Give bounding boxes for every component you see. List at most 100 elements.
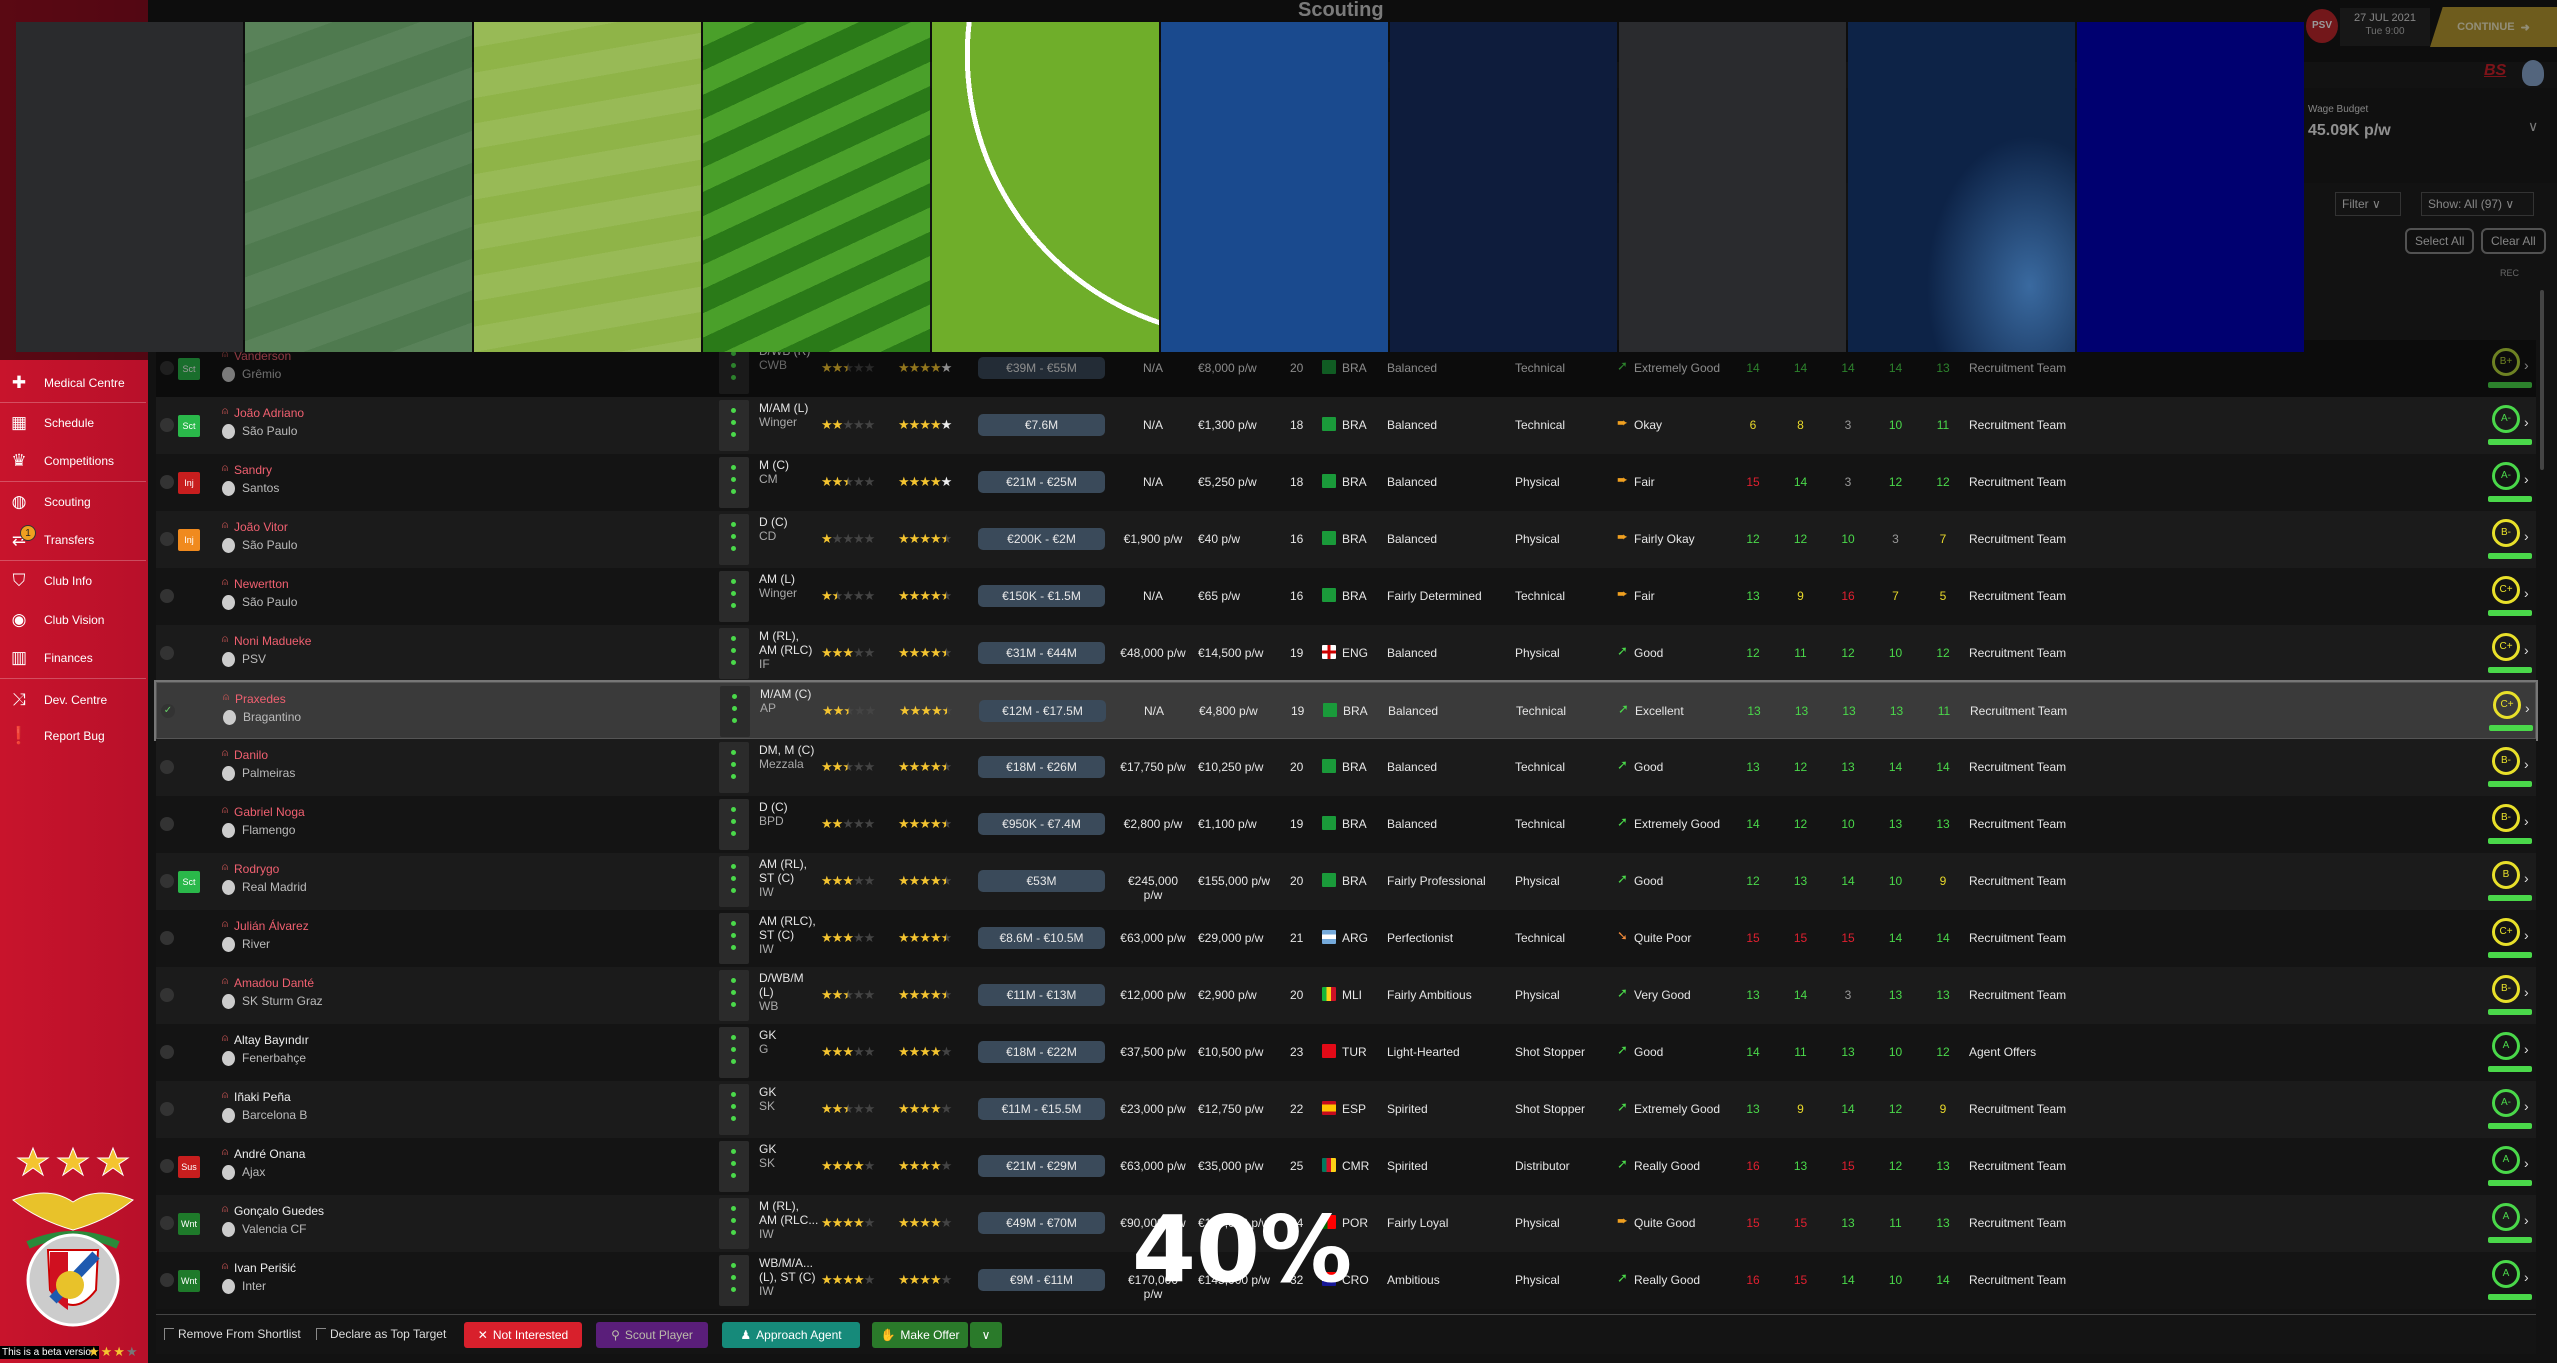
background-swatch[interactable] [2077, 22, 2304, 352]
sidebar-item-competitions[interactable]: ♛ Competitions [0, 443, 148, 479]
club-name[interactable]: Valencia CF [242, 1222, 306, 1236]
table-row[interactable]: Sus ⍝ André Onana Ajax GK SK ★★★★★ ★★★★★ €21M - … [156, 1138, 2536, 1195]
player-name[interactable]: Iñaki Peña [234, 1090, 291, 1104]
row-checkbox[interactable] [160, 760, 174, 774]
club-name[interactable]: Inter [242, 1279, 266, 1293]
chevron-right-icon[interactable]: › [2524, 1155, 2529, 1171]
chevron-right-icon[interactable]: › [2524, 642, 2529, 658]
recommendation-grade[interactable]: A- [2492, 405, 2520, 433]
recommendation-grade[interactable]: A [2492, 1032, 2520, 1060]
chevron-right-icon[interactable]: › [2524, 528, 2529, 544]
player-name[interactable]: Danilo [234, 748, 268, 762]
sidebar-item-finances[interactable]: ▥ Finances [0, 640, 148, 676]
declare-top-target-checkbox[interactable]: Declare as Top Target [316, 1327, 446, 1341]
player-name[interactable]: João Vitor [234, 520, 288, 534]
table-row[interactable]: ⍝ Julián Álvarez River AM (RLC), ST (C) IW ★★… [156, 910, 2536, 967]
player-name[interactable]: Julián Álvarez [234, 919, 309, 933]
row-checkbox[interactable] [160, 475, 174, 489]
row-checkbox[interactable] [160, 646, 174, 660]
sidebar-item-dev-centre[interactable]: ⤨ Dev. Centre [0, 682, 148, 718]
recommendation-grade[interactable]: A [2492, 1260, 2520, 1288]
lightbulb-icon[interactable] [2522, 60, 2544, 86]
recommendation-grade[interactable]: B- [2492, 804, 2520, 832]
row-checkbox[interactable] [160, 1045, 174, 1059]
background-swatch[interactable] [1619, 22, 1846, 352]
club-name[interactable]: River [242, 937, 270, 951]
recommendation-grade[interactable]: B+ [2492, 348, 2520, 376]
recommendation-grade[interactable]: A [2492, 1203, 2520, 1231]
continue-button[interactable]: CONTINUE ➜ [2430, 7, 2557, 47]
sidebar-item-club-info[interactable]: ⛉ Club Info [0, 563, 148, 599]
scrollbar[interactable] [2540, 290, 2544, 470]
club-name[interactable]: Real Madrid [242, 880, 307, 894]
recommendation-grade[interactable]: B- [2492, 519, 2520, 547]
table-row[interactable]: ⍝ Gabriel Noga Flamengo D (C) BPD ★★★★★ ★★★★★ €… [156, 796, 2536, 853]
recommendation-grade[interactable]: B- [2492, 975, 2520, 1003]
table-row[interactable]: Sct ⍝ Rodrygo Real Madrid AM (RL), ST (C) IW ★… [156, 853, 2536, 910]
player-name[interactable]: Noni Madueke [234, 634, 311, 648]
background-swatch[interactable] [703, 22, 930, 352]
chevron-right-icon[interactable]: › [2524, 471, 2529, 487]
club-name[interactable]: Barcelona B [242, 1108, 307, 1122]
row-checkbox[interactable] [160, 1273, 174, 1287]
background-swatch[interactable] [1848, 22, 2075, 352]
sidebar-item-scouting[interactable]: ◍ Scouting [0, 484, 148, 520]
rec-column-header[interactable]: REC [2500, 268, 2519, 278]
player-name[interactable]: Amadou Danté [234, 976, 314, 990]
club-name[interactable]: PSV [242, 652, 266, 666]
player-name[interactable]: Rodrygo [234, 862, 279, 876]
recommendation-grade[interactable]: C+ [2492, 576, 2520, 604]
bs-logo-icon[interactable]: BS [2484, 62, 2506, 80]
chevron-right-icon[interactable]: › [2524, 984, 2529, 1000]
chevron-right-icon[interactable]: › [2524, 585, 2529, 601]
row-checkbox[interactable] [160, 418, 174, 432]
recommendation-grade[interactable]: A [2492, 1146, 2520, 1174]
not-interested-button[interactable]: ✕ Not Interested [464, 1322, 582, 1348]
filter-dropdown[interactable]: Filter ∨ [2335, 192, 2401, 216]
chevron-right-icon[interactable]: › [2524, 1269, 2529, 1285]
table-row[interactable]: ⍝ Noni Madueke PSV M (RL), AM (RLC) IF ★★★★★ ★… [156, 625, 2536, 682]
background-swatch[interactable] [932, 22, 1159, 352]
player-name[interactable]: Gonçalo Guedes [234, 1204, 324, 1218]
chevron-right-icon[interactable]: › [2525, 700, 2530, 716]
club-name[interactable]: São Paulo [242, 595, 297, 609]
club-name[interactable]: Grêmio [242, 367, 281, 381]
club-name[interactable]: Flamengo [242, 823, 295, 837]
club-name[interactable]: Bragantino [243, 710, 301, 724]
sidebar-item-club-vision[interactable]: ◉ Club Vision [0, 602, 148, 638]
chevron-right-icon[interactable]: › [2524, 1098, 2529, 1114]
scout-player-button[interactable]: ⚲ Scout Player [596, 1322, 708, 1348]
recommendation-grade[interactable]: B [2492, 861, 2520, 889]
row-checkbox[interactable] [160, 931, 174, 945]
recommendation-grade[interactable]: B- [2492, 747, 2520, 775]
chevron-right-icon[interactable]: › [2524, 357, 2529, 373]
club-name[interactable]: Santos [242, 481, 279, 495]
background-swatch[interactable] [1390, 22, 1617, 352]
row-checkbox[interactable] [160, 874, 174, 888]
row-checkbox[interactable]: ✓ [161, 704, 175, 718]
row-checkbox[interactable] [160, 361, 174, 375]
club-badge[interactable]: PSV [2306, 9, 2338, 43]
make-offer-dropdown-button[interactable]: ∨ [970, 1322, 1002, 1348]
recommendation-grade[interactable]: A- [2492, 462, 2520, 490]
row-checkbox[interactable] [160, 817, 174, 831]
table-row[interactable]: ⍝ Iñaki Peña Barcelona B GK SK ★★★★★ ★★★★★ €11M… [156, 1081, 2536, 1138]
row-checkbox[interactable] [160, 589, 174, 603]
chevron-right-icon[interactable]: › [2524, 414, 2529, 430]
club-name[interactable]: SK Sturm Graz [242, 994, 323, 1008]
player-name[interactable]: João Adriano [234, 406, 304, 420]
sidebar-item-medical-centre[interactable]: ✚ Medical Centre [0, 365, 148, 401]
clear-all-button[interactable]: Clear All [2481, 228, 2546, 254]
table-row[interactable]: ⍝ Danilo Palmeiras DM, M (C) Mezzala ★★★★★ ★★★… [156, 739, 2536, 796]
sidebar-item-report-bug[interactable]: ❗ Report Bug [0, 718, 148, 754]
chevron-right-icon[interactable]: › [2524, 1212, 2529, 1228]
club-name[interactable]: São Paulo [242, 424, 297, 438]
table-row[interactable]: Sct ⍝ João Adriano São Paulo M/AM (L) Winger ★… [156, 397, 2536, 454]
recommendation-grade[interactable]: C+ [2492, 633, 2520, 661]
player-name[interactable]: Gabriel Noga [234, 805, 305, 819]
player-name[interactable]: Sandry [234, 463, 272, 477]
table-row[interactable]: Inj ⍝ João Vitor São Paulo D (C) CD ★★★★★ ★★★★★… [156, 511, 2536, 568]
row-checkbox[interactable] [160, 1216, 174, 1230]
approach-agent-button[interactable]: ♟ Approach Agent [722, 1322, 860, 1348]
chevron-right-icon[interactable]: › [2524, 870, 2529, 886]
